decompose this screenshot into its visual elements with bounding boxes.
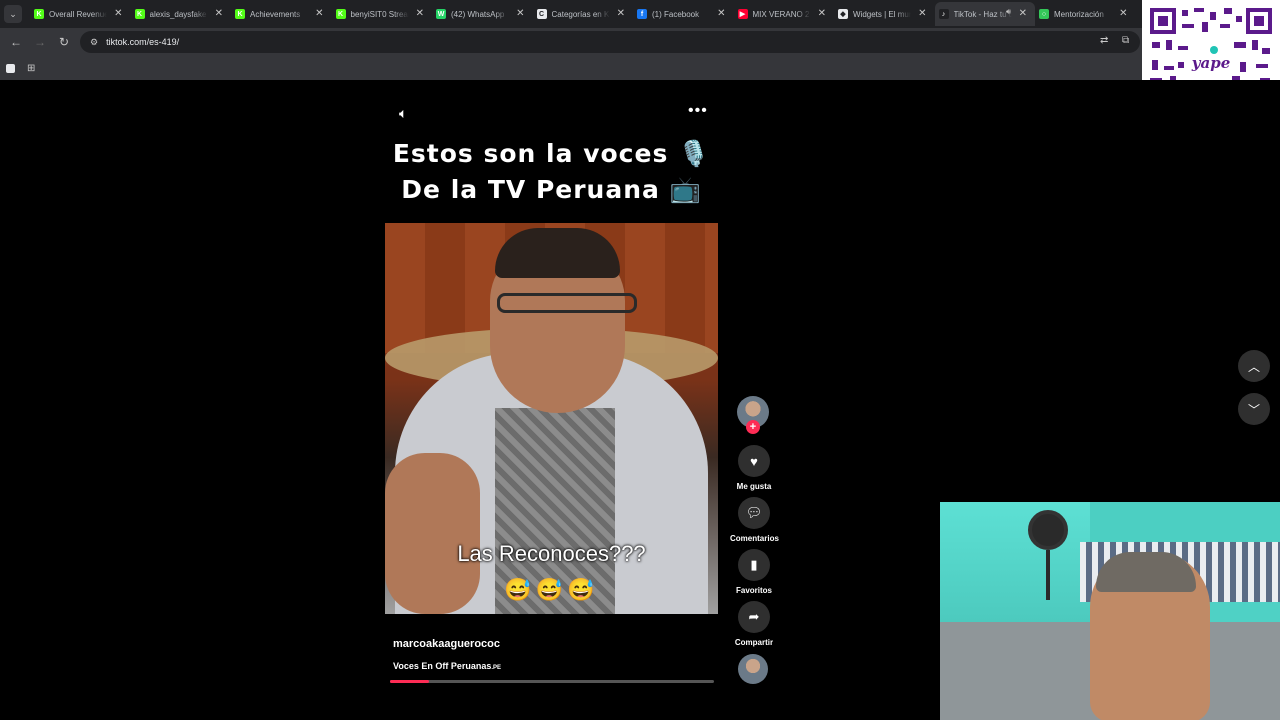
browser-tab[interactable]: ◆ Widgets | El muro ✕	[834, 2, 935, 26]
yape-logo: yape	[1191, 54, 1230, 72]
heart-icon: ♥	[738, 445, 770, 477]
tab-favicon-icon: ◆	[838, 9, 848, 19]
browser-tab[interactable]: K Achievements ✕	[231, 2, 332, 26]
tab-favicon-icon: K	[134, 9, 145, 19]
browser-tab[interactable]: W (42) WhatsApp ✕	[432, 2, 533, 26]
tab-title: Achievements	[250, 9, 301, 19]
previous-video-chevron-up-icon[interactable]: ︿	[1238, 350, 1270, 382]
tab-title: Mentorización	[1054, 9, 1104, 19]
description-suffix: .PE	[491, 665, 502, 671]
tab-close-icon[interactable]: ✕	[918, 8, 926, 19]
tab-favicon-icon: ○	[1039, 9, 1049, 19]
back-arrow-icon[interactable]: ←	[4, 35, 28, 49]
share-label: Compartir	[734, 638, 774, 647]
tabs-container: K Overall Revenue ✕ Kalexis_daysfake ✕ K Achie…	[30, 2, 1136, 26]
tab-favicon-icon: W	[436, 9, 446, 19]
webcam-cap	[1096, 552, 1196, 592]
webcam-fan	[1028, 510, 1068, 550]
browser-tab[interactable]: Kalexis_daysfake ✕	[131, 2, 232, 26]
tab-audio-icon[interactable]: 🔊︎	[1006, 7, 1011, 17]
tab-title: Widgets | El muro	[853, 9, 911, 19]
tab-title: (42) WhatsApp	[451, 9, 505, 19]
tab-search-chevron-icon[interactable]: ⌄	[4, 5, 22, 23]
tab-favicon-icon: C	[536, 9, 547, 19]
tab-close-icon[interactable]: ✕	[1119, 8, 1127, 19]
tab-title: MIX VERANO 2	[752, 9, 810, 19]
video-glasses	[497, 293, 637, 313]
tab-close-icon[interactable]: ✕	[215, 8, 223, 19]
toolbar: ← → ↻ ⚙ tiktok.com/es-419/ ⇄ ⧉	[0, 28, 1280, 56]
tab-close-icon[interactable]: ✕	[315, 8, 323, 19]
site-settings-icon[interactable]: ⚙	[90, 37, 98, 48]
caption-line-1: Estos son la voces 🎙️	[392, 139, 711, 168]
tab-favicon-icon: f	[637, 9, 647, 19]
tab-title: alexis_daysfake	[149, 9, 207, 19]
translate-icon[interactable]: ⇄	[1100, 35, 1108, 46]
favorites-button[interactable]: ▮ Favoritos	[730, 549, 778, 595]
browser-tab[interactable]: K Overall Revenue ✕	[30, 2, 131, 26]
address-text: tiktok.com/es-419/	[106, 37, 180, 47]
browser-tab[interactable]: C Categorías en Kick ✕	[533, 2, 634, 26]
browser-tab[interactable]: ▶ MIX VERANO 2 ✕	[734, 2, 835, 26]
tab-title: Categorías en Kick	[551, 9, 610, 19]
comments-button[interactable]: 💬︎ Comentarios	[730, 497, 779, 543]
comment-bubble-icon: 💬︎	[738, 497, 770, 529]
follow-plus-icon[interactable]: +	[746, 420, 760, 434]
tab-title: benyiSIT0 Stream	[350, 9, 409, 19]
webcam-fan-pole	[1046, 550, 1050, 600]
webcam-overlay	[940, 502, 1280, 720]
share-button[interactable]: ➦ Compartir	[730, 601, 778, 647]
tab-close-icon[interactable]: ✕	[516, 8, 524, 19]
volume-icon[interactable]: 🔈︎	[399, 105, 407, 122]
tab-title: Overall Revenue	[49, 9, 107, 19]
tab-strip: ⌄ K Overall Revenue ✕ Kalexis_daysfake ✕ K Ach…	[0, 0, 1280, 28]
address-bar[interactable]: ⚙ tiktok.com/es-419/	[80, 31, 1140, 53]
browser-tab[interactable]: KbenyiSIT0 Stream ✕	[332, 2, 433, 26]
favorites-label: Favoritos	[735, 586, 772, 595]
bookmarks-bar: ⊞	[0, 56, 1280, 80]
sound-disc-avatar[interactable]	[738, 654, 768, 684]
browser-tab[interactable]: f (1) Facebook ✕	[633, 2, 734, 26]
tab-close-icon[interactable]: ✕	[1019, 8, 1027, 19]
video-hair	[495, 228, 620, 278]
tab-favicon-icon: K	[34, 9, 44, 19]
video-progress-bar[interactable]	[390, 680, 714, 683]
video-caption: Estos son la voces 🎙️ De la TV Peruana 📺	[385, 136, 718, 208]
video-subtitle: Las Reconoces???	[457, 541, 646, 566]
video-description: Voces En Off Peruanas.PE	[393, 661, 501, 671]
more-options-icon[interactable]: •••	[688, 102, 708, 120]
tab-close-icon[interactable]: ✕	[717, 8, 725, 19]
tab-close-icon[interactable]: ✕	[114, 8, 122, 19]
video-player[interactable]: Las Reconoces??? 😅😅😅	[385, 223, 718, 614]
browser-tab[interactable]: ♪ TikTok - Haz tu día🔊︎ ✕	[934, 2, 1035, 26]
caption-line-2: De la TV Peruana 📺	[401, 175, 702, 204]
like-label: Me gusta	[736, 482, 772, 491]
tab-title: (1) Facebook	[652, 9, 700, 19]
like-button[interactable]: ♥ Me gusta	[730, 445, 778, 491]
reload-icon[interactable]: ↻	[52, 35, 76, 49]
comments-label: Comentarios	[730, 534, 779, 543]
apps-grid-icon[interactable]: ⊞	[27, 63, 35, 74]
tab-favicon-icon: K	[335, 9, 346, 19]
tab-favicon-icon: ▶	[737, 9, 748, 19]
description-text: Voces En Off Peruanas	[393, 661, 492, 671]
tab-close-icon[interactable]: ✕	[416, 8, 424, 19]
forward-arrow-icon[interactable]: →	[28, 35, 52, 49]
video-subtitle-emoji: 😅😅😅	[504, 577, 599, 602]
tab-favicon-icon: K	[235, 9, 245, 19]
tab-close-icon[interactable]: ✕	[617, 8, 625, 19]
bookmark-icon: ▮	[738, 549, 770, 581]
bookmark-page-icon[interactable]	[6, 63, 15, 73]
browser-tab[interactable]: ○ Mentorización ✕	[1035, 2, 1136, 26]
author-username[interactable]: marcoakaaguerococ	[393, 638, 500, 650]
share-arrow-icon: ➦	[738, 601, 770, 633]
tab-favicon-icon: ♪	[938, 9, 949, 19]
install-app-icon[interactable]: ⧉	[1122, 35, 1129, 46]
tab-close-icon[interactable]: ✕	[818, 8, 826, 19]
next-video-chevron-down-icon[interactable]: ﹀	[1238, 393, 1270, 425]
tab-title: TikTok - Haz tu día	[953, 9, 1012, 19]
video-progress-fill	[390, 680, 429, 683]
